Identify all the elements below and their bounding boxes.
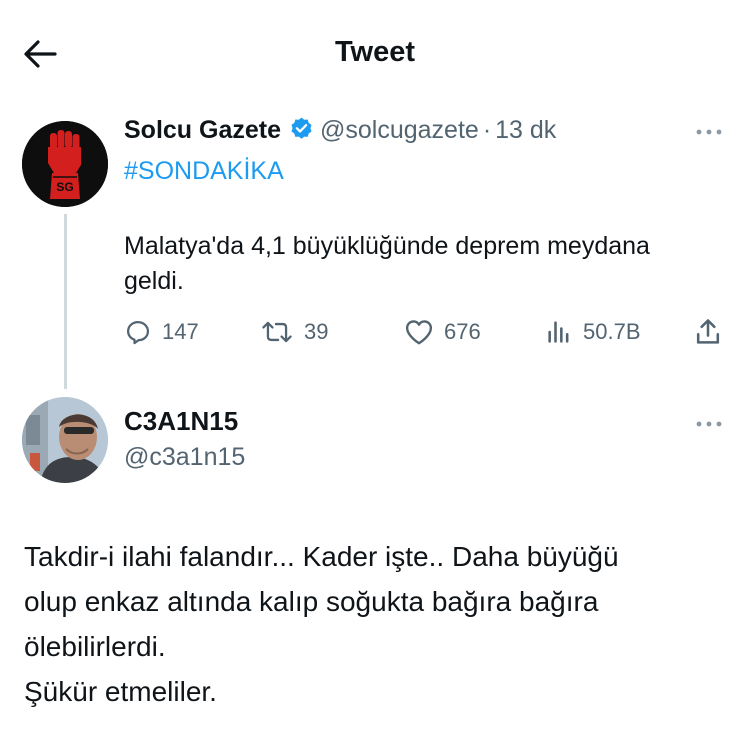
reply-text: Takdir-i ilahi falandır... Kader işte.. …	[24, 534, 734, 714]
retweet-count: 39	[304, 319, 329, 344]
reply-button[interactable]: 147	[124, 314, 199, 350]
hashtag-link[interactable]: #SONDAKİKA	[124, 157, 284, 186]
fist-logo-icon: SG	[22, 121, 108, 207]
reply-count: 147	[162, 319, 199, 344]
tweet-time[interactable]: 13 dk	[495, 116, 556, 144]
page-title: Tweet	[334, 36, 416, 68]
avatar-text: SG	[56, 180, 73, 194]
reply-icon	[126, 320, 150, 345]
reply-text-line: Şükür etmeliler.	[24, 676, 217, 707]
avatar[interactable]	[22, 397, 108, 483]
reply-text-line: olup enkaz altında kalıp soğukta bağıra …	[24, 586, 599, 617]
views-button[interactable]: 50.7B	[545, 314, 641, 350]
author-name[interactable]: Solcu Gazete	[124, 116, 281, 144]
retweet-button[interactable]: 39	[260, 314, 328, 350]
share-icon	[696, 319, 720, 344]
like-button[interactable]: 676	[404, 314, 481, 350]
profile-photo	[22, 397, 108, 483]
tweet-text: Malatya'da 4,1 büyüklüğünde deprem meyda…	[124, 232, 650, 295]
more-icon	[696, 129, 722, 135]
more-icon	[696, 421, 722, 427]
retweet-icon	[262, 321, 292, 343]
views-count: 50.7B	[583, 319, 641, 344]
avatar[interactable]: SG	[22, 121, 108, 207]
reply-author-name[interactable]: C3A1N15	[124, 406, 238, 437]
reply-text-line: ölebilirlerdi.	[24, 631, 166, 662]
top-bar: Tweet	[0, 0, 750, 100]
thread-line	[64, 214, 67, 389]
views-icon	[548, 321, 569, 343]
more-button[interactable]	[692, 124, 726, 140]
reply-more-button[interactable]	[692, 416, 726, 432]
share-button[interactable]	[694, 314, 732, 350]
author-handle[interactable]: @solcugazete	[320, 116, 479, 144]
reply-author-handle[interactable]: @c3a1n15	[124, 443, 245, 472]
like-icon	[405, 320, 433, 345]
time-separator: ·	[482, 116, 492, 144]
reply-text-line: Takdir-i ilahi falandır... Kader işte.. …	[24, 541, 619, 572]
verified-badge-icon	[289, 116, 314, 148]
like-count: 676	[444, 319, 481, 344]
tweet-header: Solcu Gazete @solcugazete · 13 dk	[124, 116, 556, 148]
